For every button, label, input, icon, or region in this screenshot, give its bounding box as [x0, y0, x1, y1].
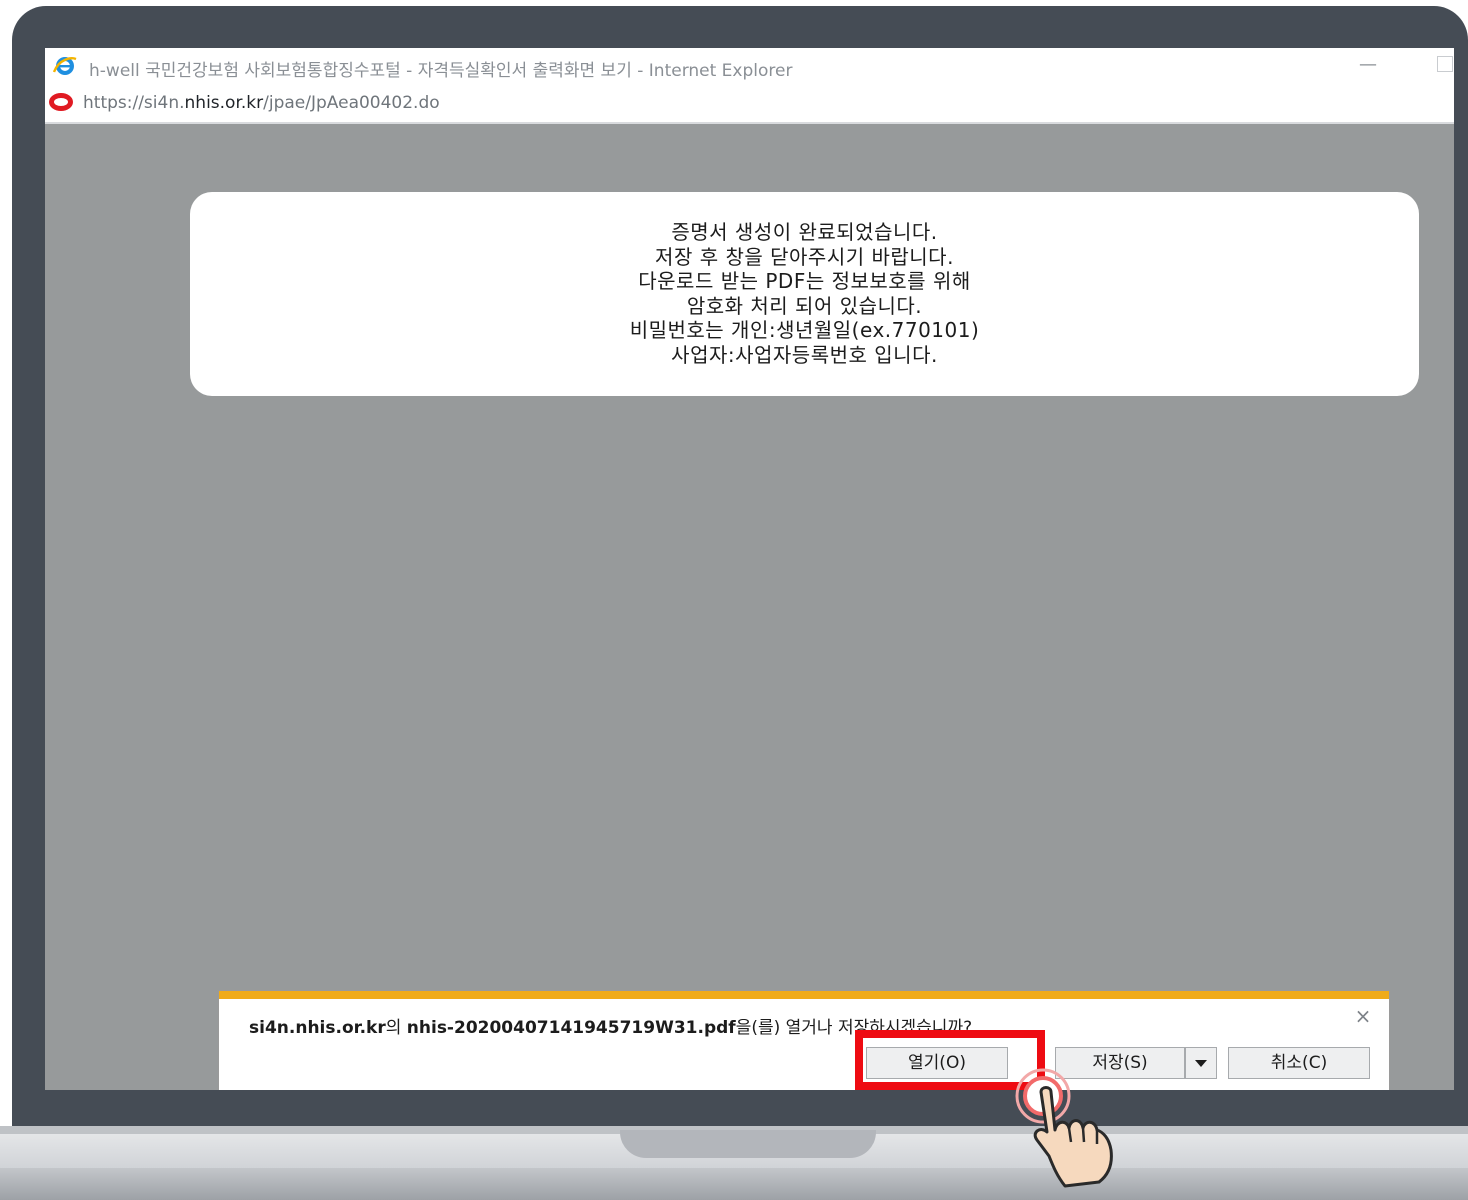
notice-line: 증명서 생성이 완료되었습니다. — [671, 220, 938, 244]
close-icon[interactable]: × — [1353, 1006, 1373, 1026]
download-possessive: 의 — [385, 1018, 407, 1038]
laptop-foot — [0, 1168, 1468, 1200]
save-options-button[interactable] — [1185, 1047, 1217, 1079]
hand-pointer-icon — [1015, 1068, 1113, 1188]
internet-explorer-icon — [53, 57, 77, 75]
address-bar[interactable]: https://si4n.nhis.or.kr/jpae/JpAea00402.… — [45, 84, 1454, 124]
notice-line: 다운로드 받는 PDF는 정보보호를 위해 — [638, 269, 971, 293]
cancel-button[interactable]: 취소(C) — [1228, 1047, 1370, 1079]
notice-line: 저장 후 창을 닫아주시기 바랍니다. — [655, 244, 954, 269]
laptop-notch — [620, 1130, 876, 1158]
download-filename: nhis-20200407141945719W31.pdf — [406, 1018, 736, 1038]
url-prefix: https://si4n. — [83, 93, 185, 113]
title-bar: h-well 국민건강보험 사회보험통합징수포털 - 자격득실확인서 출력화면 … — [45, 48, 1454, 84]
maximize-button[interactable] — [1437, 56, 1453, 72]
notice-card: 증명서 생성이 완료되었습니다. 저장 후 창을 닫아주시기 바랍니다. 다운로… — [190, 192, 1419, 396]
browser-window: h-well 국민건강보험 사회보험통합징수포털 - 자격득실확인서 출력화면 … — [45, 48, 1454, 1090]
url-path: /jpae/JpAea00402.do — [263, 93, 440, 113]
notice-line: 비밀번호는 개인:생년월일(ex.770101) — [629, 318, 980, 342]
window-title: h-well 국민건강보험 사회보험통합징수포털 - 자격득실확인서 출력화면 … — [89, 61, 793, 81]
notice-line: 암호화 처리 되어 있습니다. — [686, 293, 923, 318]
download-domain: si4n.nhis.or.kr — [249, 1018, 386, 1038]
download-notification-bar: si4n.nhis.or.kr의 nhis-20200407141945719W… — [218, 990, 1390, 1090]
minimize-button[interactable]: — — [1357, 52, 1379, 78]
notice-message: 증명서 생성이 완료되었습니다. 저장 후 창을 닫아주시기 바랍니다. 다운로… — [190, 220, 1419, 367]
site-favicon-icon — [49, 93, 73, 111]
url-host: nhis.or.kr — [184, 93, 264, 113]
notice-line: 사업자:사업자등록번호 입니다. — [671, 342, 938, 367]
download-bar-accent — [219, 991, 1389, 999]
url-text[interactable]: https://si4n.nhis.or.kr/jpae/JpAea00402.… — [83, 93, 440, 113]
chevron-down-icon — [1195, 1059, 1207, 1067]
